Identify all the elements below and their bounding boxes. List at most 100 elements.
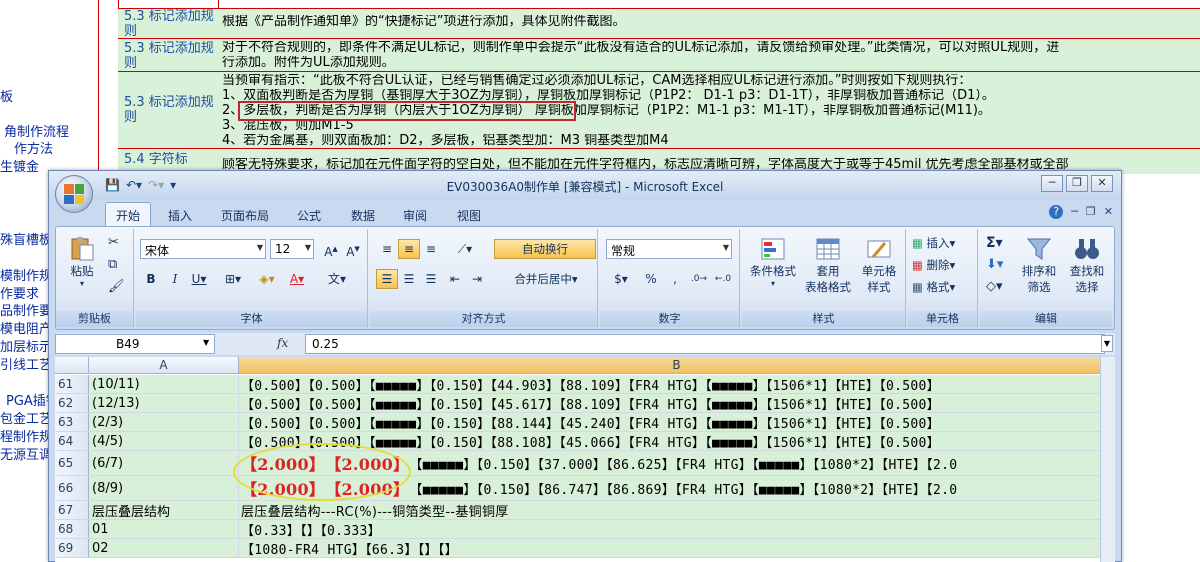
- help-icon[interactable]: ?: [1049, 205, 1064, 219]
- accounting-format-button[interactable]: $▾: [606, 269, 636, 289]
- row-number[interactable]: 62: [55, 394, 89, 412]
- outline-item[interactable]: 无源互调: [0, 444, 52, 463]
- row-number[interactable]: 69: [55, 539, 89, 557]
- vertical-scrollbar[interactable]: [1100, 357, 1115, 562]
- decrease-indent-button[interactable]: ⇤: [444, 269, 466, 289]
- decrease-decimal-button[interactable]: ←.0: [712, 269, 734, 289]
- comma-button[interactable]: ,: [664, 269, 686, 289]
- office-button[interactable]: [55, 175, 93, 213]
- minimize-button[interactable]: ─: [1041, 175, 1063, 192]
- fill-color-button[interactable]: ◈▾: [256, 269, 278, 289]
- row-number[interactable]: 61: [55, 375, 89, 393]
- align-center-button[interactable]: ☰: [398, 269, 420, 289]
- number-format-combo[interactable]: 常规 ▼: [606, 239, 732, 259]
- font-name-combo[interactable]: 宋体 ▼: [140, 239, 266, 259]
- outline-item[interactable]: 板: [0, 86, 13, 105]
- cell-b[interactable]: 【0.500】【0.500】【■■■■■】【0.150】【45.617】【88.…: [239, 394, 1115, 412]
- cell-b[interactable]: 【0.33】【】【0.333】: [239, 520, 1115, 538]
- format-painter-icon[interactable]: 🖌: [108, 279, 125, 294]
- cell-b[interactable]: 【0.500】【0.500】【■■■■■】【0.150】【88.144】【45.…: [239, 413, 1115, 431]
- bold-button[interactable]: B: [140, 269, 162, 289]
- tab-formulas[interactable]: 公式: [291, 204, 327, 227]
- select-all-corner[interactable]: [55, 357, 89, 374]
- copy-icon[interactable]: ⧉: [108, 257, 117, 272]
- row-number[interactable]: 68: [55, 520, 89, 538]
- increase-decimal-button[interactable]: .0→: [688, 269, 710, 289]
- orientation-button[interactable]: ⟋▾: [450, 239, 480, 259]
- format-cells-button[interactable]: ▦ 格式▾: [912, 279, 955, 295]
- insert-cells-button[interactable]: ▦ 插入▾: [912, 235, 955, 251]
- increase-indent-button[interactable]: ⇥: [466, 269, 488, 289]
- autosum-icon[interactable]: Σ▾: [986, 235, 1003, 251]
- outline-item[interactable]: 包金工艺: [0, 408, 52, 427]
- cut-icon[interactable]: ✂: [108, 235, 119, 250]
- column-header-a[interactable]: A: [89, 357, 239, 374]
- tab-view[interactable]: 视图: [451, 204, 487, 227]
- tab-review[interactable]: 审阅: [397, 204, 433, 227]
- align-right-button[interactable]: ☰: [420, 269, 442, 289]
- grow-font-button[interactable]: A▲: [320, 239, 342, 259]
- sort-filter-button[interactable]: 排序和 筛选: [1016, 235, 1062, 295]
- wrap-text-button[interactable]: 自动换行: [494, 239, 596, 259]
- formula-input[interactable]: 0.25: [305, 334, 1105, 354]
- cell-a[interactable]: (6/7): [89, 451, 239, 475]
- fx-icon[interactable]: fx: [277, 336, 288, 350]
- outline-item[interactable]: 品制作要: [0, 300, 52, 319]
- outline-item[interactable]: 生镀金: [0, 156, 39, 175]
- outline-item[interactable]: 作方法: [14, 138, 53, 157]
- column-header-b[interactable]: B: [239, 357, 1115, 374]
- cell-b[interactable]: 【1080-FR4 HTG】【66.3】【】【】: [239, 539, 1115, 557]
- align-middle-button[interactable]: ≡: [398, 239, 420, 259]
- fill-icon[interactable]: ⬇▾: [986, 257, 1003, 272]
- cell-a[interactable]: (12/13): [89, 394, 239, 412]
- expand-formula-bar-icon[interactable]: ▼: [1101, 335, 1113, 352]
- align-left-button[interactable]: ☰: [376, 269, 398, 289]
- italic-button[interactable]: I: [164, 269, 186, 289]
- cell-a[interactable]: (2/3): [89, 413, 239, 431]
- outline-item[interactable]: 加层标示: [0, 336, 52, 355]
- phonetic-button[interactable]: 文▾: [322, 269, 352, 289]
- cell-a[interactable]: (8/9): [89, 476, 239, 500]
- cell-b[interactable]: 【0.500】【0.500】【■■■■■】【0.150】【44.903】【88.…: [239, 375, 1115, 393]
- delete-cells-button[interactable]: ▦ 删除▾: [912, 257, 955, 273]
- underline-button[interactable]: U▾: [188, 269, 210, 289]
- row-number[interactable]: 66: [55, 476, 89, 500]
- row-number[interactable]: 63: [55, 413, 89, 431]
- tab-page-layout[interactable]: 页面布局: [215, 204, 275, 227]
- shrink-font-button[interactable]: A▼: [342, 239, 364, 259]
- font-size-combo[interactable]: 12 ▼: [270, 239, 314, 259]
- paste-button[interactable]: 粘贴 ▾: [64, 235, 100, 288]
- restore-button[interactable]: ❐: [1066, 175, 1088, 192]
- align-bottom-button[interactable]: ≡: [420, 239, 442, 259]
- tab-insert[interactable]: 插入: [162, 204, 198, 227]
- tab-data[interactable]: 数据: [345, 204, 381, 227]
- format-as-table-button[interactable]: 套用 表格格式: [802, 235, 854, 295]
- close-button[interactable]: ✕: [1091, 175, 1113, 192]
- doc-close-icon[interactable]: ✕: [1104, 205, 1113, 219]
- name-box-dropdown-icon[interactable]: ▼: [203, 338, 209, 347]
- cell-styles-button[interactable]: 单元格 样式: [854, 235, 904, 295]
- clear-icon[interactable]: ◇▾: [986, 279, 1003, 294]
- merge-center-button[interactable]: 合并后居中▾: [494, 269, 598, 289]
- row-number[interactable]: 64: [55, 432, 89, 450]
- cell-a[interactable]: 01: [89, 520, 239, 538]
- cell-a[interactable]: 层压叠层结构: [89, 501, 239, 520]
- percent-button[interactable]: %: [640, 269, 662, 289]
- outline-item[interactable]: 模制作规: [0, 265, 52, 284]
- outline-item[interactable]: 程制作规: [0, 426, 52, 445]
- name-box[interactable]: B49: [55, 334, 215, 354]
- find-select-button[interactable]: 查找和 选择: [1064, 235, 1110, 295]
- row-number[interactable]: 65: [55, 451, 89, 475]
- row-number[interactable]: 67: [55, 501, 89, 519]
- font-color-button[interactable]: A▾: [286, 269, 308, 289]
- borders-button[interactable]: ⊞▾: [222, 269, 244, 289]
- outline-item[interactable]: 引线工艺: [0, 354, 52, 373]
- conditional-format-button[interactable]: 条件格式 ▾: [746, 235, 800, 288]
- doc-minimize-icon[interactable]: ─: [1071, 205, 1078, 219]
- cell-a[interactable]: 02: [89, 539, 239, 557]
- cell-a[interactable]: (4/5): [89, 432, 239, 450]
- outline-item[interactable]: 殊盲槽板: [0, 229, 52, 248]
- cell-a[interactable]: (10/11): [89, 375, 239, 393]
- outline-item[interactable]: 模电阻产: [0, 318, 52, 337]
- doc-restore-icon[interactable]: ❐: [1086, 205, 1096, 219]
